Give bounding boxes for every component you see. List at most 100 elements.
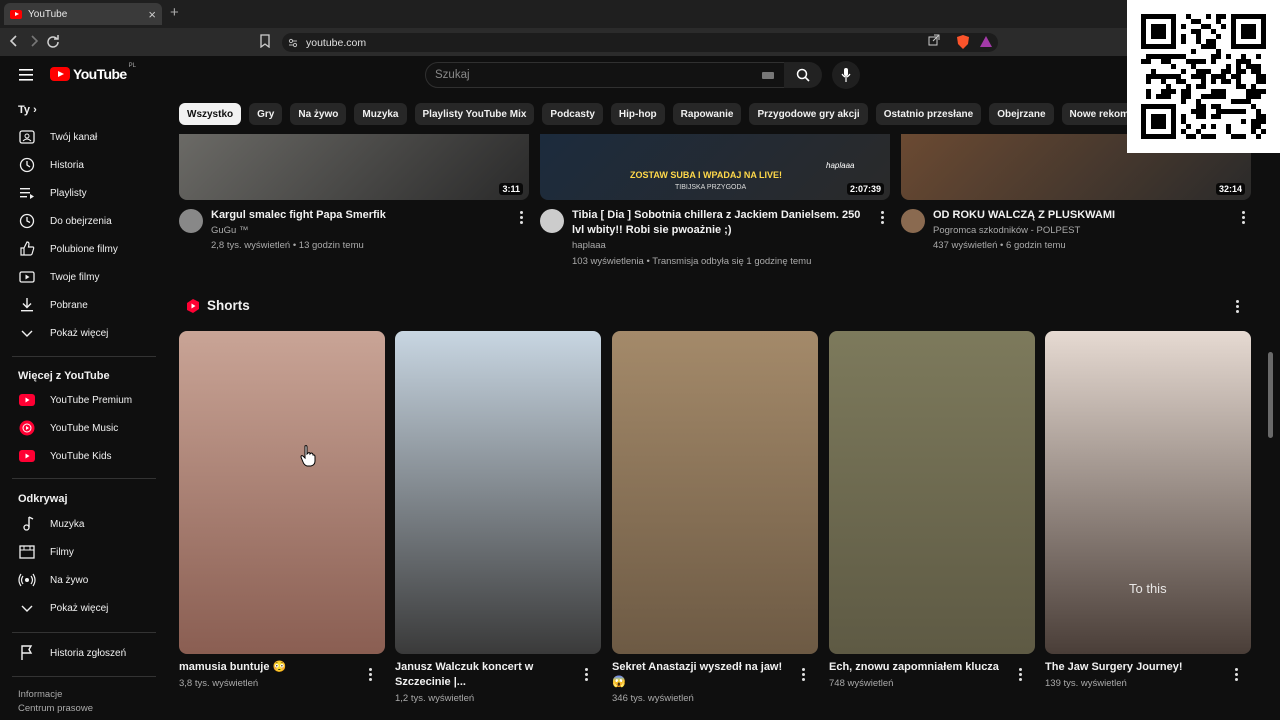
sidebar-item-label: Polubione filmy bbox=[50, 243, 118, 255]
logo-text: YouTube bbox=[73, 66, 127, 82]
short-more-icon[interactable] bbox=[369, 668, 373, 682]
qr-code bbox=[1127, 0, 1280, 153]
forward-arrow-icon[interactable] bbox=[28, 34, 40, 48]
chip-filter[interactable]: Wszystko bbox=[179, 103, 242, 125]
browser-tab[interactable]: YouTube × bbox=[4, 3, 162, 25]
short-thumbnail[interactable] bbox=[179, 331, 385, 654]
footer-link-about[interactable]: Informacje bbox=[18, 689, 62, 700]
sidebar-item-live[interactable]: Na żywo bbox=[12, 567, 157, 593]
youtube-favicon-icon bbox=[10, 9, 22, 19]
sidebar-item-youtube-music[interactable]: YouTube Music bbox=[12, 415, 157, 441]
sidebar-you-header[interactable]: Ty › bbox=[18, 104, 37, 116]
channel-avatar[interactable] bbox=[179, 209, 203, 233]
sidebar-item-channel[interactable]: Twój kanał bbox=[12, 124, 157, 150]
back-arrow-icon[interactable] bbox=[8, 34, 20, 48]
sidebar-item-report-history[interactable]: Historia zgłoszeń bbox=[12, 640, 157, 666]
channel-avatar[interactable] bbox=[901, 209, 925, 233]
short-title[interactable]: Sekret Anastazji wyszedł na jaw! 😱 bbox=[612, 660, 797, 690]
video-title[interactable]: OD ROKU WALCZĄ Z PLUSKWAMI bbox=[933, 208, 1233, 223]
footer-link-press[interactable]: Centrum prasowe bbox=[18, 703, 93, 714]
chip-filter[interactable]: Na żywo bbox=[290, 103, 347, 125]
url-field[interactable]: youtube.com bbox=[282, 33, 998, 52]
short-thumbnail[interactable] bbox=[395, 331, 601, 654]
sidebar-item-label: Pokaż więcej bbox=[50, 327, 109, 339]
keyboard-icon[interactable] bbox=[762, 72, 774, 79]
chip-filter[interactable]: Hip-hop bbox=[610, 103, 665, 125]
sidebar-item-your-videos[interactable]: Twoje filmy bbox=[12, 264, 157, 290]
short-thumbnail[interactable]: To this bbox=[1045, 331, 1251, 654]
short-thumbnail[interactable] bbox=[829, 331, 1035, 654]
browser-toolbar: youtube.com bbox=[0, 28, 1280, 56]
short-title[interactable]: Janusz Walczuk koncert w Szczecinie |... bbox=[395, 660, 580, 690]
sidebar-divider bbox=[12, 632, 156, 633]
page-scrollbar[interactable] bbox=[1268, 352, 1273, 438]
site-settings-icon[interactable] bbox=[288, 38, 298, 48]
short-views: 3,8 tys. wyświetleń bbox=[179, 678, 259, 689]
hand-cursor-icon bbox=[300, 445, 316, 467]
chip-filter[interactable]: Rapowanie bbox=[672, 103, 742, 125]
sidebar-item-label: Twój kanał bbox=[50, 131, 98, 143]
sidebar-item-youtube-kids[interactable]: YouTube Kids bbox=[12, 443, 157, 469]
brave-rewards-icon[interactable] bbox=[980, 36, 992, 47]
hamburger-menu-icon[interactable] bbox=[19, 69, 33, 81]
sidebar-item-chevron-down[interactable]: Pokaż więcej bbox=[12, 595, 157, 621]
video-thumbnail[interactable]: 3:11 bbox=[179, 134, 529, 200]
channel-name[interactable]: haplaaa bbox=[572, 240, 606, 251]
chip-filter[interactable]: Podcasty bbox=[542, 103, 603, 125]
chip-filter[interactable]: Playlisty YouTube Mix bbox=[414, 103, 535, 125]
channel-name[interactable]: GuGu ™ bbox=[211, 225, 249, 236]
sidebar-item-movies[interactable]: Filmy bbox=[12, 539, 157, 565]
short-title[interactable]: Ech, znowu zapomniałem klucza bbox=[829, 660, 1014, 675]
search-box[interactable] bbox=[425, 62, 785, 88]
open-external-icon[interactable] bbox=[928, 34, 940, 46]
more-actions-icon[interactable] bbox=[520, 211, 524, 225]
sidebar-item-history[interactable]: Historia bbox=[12, 152, 157, 178]
more-actions-icon[interactable] bbox=[881, 211, 885, 225]
sidebar-item-download[interactable]: Pobrane bbox=[12, 292, 157, 318]
sidebar-item-chevron-down[interactable]: Pokaż więcej bbox=[12, 320, 157, 346]
short-views: 139 tys. wyświetleń bbox=[1045, 678, 1127, 689]
sidebar-item-music[interactable]: Muzyka bbox=[12, 511, 157, 537]
short-more-icon[interactable] bbox=[1235, 668, 1239, 682]
more-actions-icon[interactable] bbox=[1242, 211, 1246, 225]
search-input[interactable] bbox=[435, 69, 755, 81]
video-title[interactable]: Kargul smalec fight Papa Smerfik bbox=[211, 208, 511, 223]
sidebar-item-watch-later[interactable]: Do obejrzenia bbox=[12, 208, 157, 234]
video-title[interactable]: Tibia [ Dia ] Sobotnia chillera z Jackie… bbox=[572, 208, 872, 238]
movies-icon bbox=[18, 543, 36, 561]
chip-filter[interactable]: Gry bbox=[249, 103, 283, 125]
sidebar-item-youtube-premium[interactable]: YouTube Premium bbox=[12, 387, 157, 413]
video-thumbnail[interactable]: ZOSTAW SUBA I WPADAJ NA LIVE! TIBIJSKA PR… bbox=[540, 134, 890, 200]
search-button[interactable] bbox=[784, 62, 822, 88]
sidebar-item-like[interactable]: Polubione filmy bbox=[12, 236, 157, 262]
reload-icon[interactable] bbox=[46, 34, 60, 48]
chip-filter[interactable]: Muzyka bbox=[354, 103, 407, 125]
short-more-icon[interactable] bbox=[1019, 668, 1023, 682]
chip-filter[interactable]: Ostatnio przesłane bbox=[875, 103, 982, 125]
youtube-logo[interactable]: YouTube PL bbox=[50, 63, 136, 82]
sidebar-divider bbox=[12, 478, 156, 479]
tab-close-icon[interactable]: × bbox=[148, 7, 156, 22]
chip-filter[interactable]: Obejrzane bbox=[989, 103, 1054, 125]
channel-avatar[interactable] bbox=[540, 209, 564, 233]
short-title[interactable]: The Jaw Surgery Journey! bbox=[1045, 660, 1230, 675]
brave-shield-icon[interactable] bbox=[957, 35, 969, 49]
shorts-more-icon[interactable] bbox=[1236, 300, 1240, 314]
bookmark-icon[interactable] bbox=[259, 34, 271, 48]
sidebar-item-playlists[interactable]: Playlisty bbox=[12, 180, 157, 206]
thumbnail-social-handle: haplaaa bbox=[826, 161, 855, 170]
search-icon bbox=[796, 68, 810, 82]
youtube-logo-icon bbox=[50, 67, 70, 81]
your-videos-icon bbox=[18, 268, 36, 286]
voice-search-button[interactable] bbox=[832, 61, 860, 89]
sidebar-item-label: YouTube Music bbox=[50, 422, 119, 434]
channel-name[interactable]: Pogromca szkodników - POLPEST bbox=[933, 225, 1080, 236]
chip-filter[interactable]: Przygodowe gry akcji bbox=[749, 103, 868, 125]
short-title[interactable]: mamusia buntuje 😳 bbox=[179, 660, 364, 675]
microphone-icon bbox=[841, 68, 851, 82]
short-more-icon[interactable] bbox=[802, 668, 806, 682]
new-tab-button[interactable]: + bbox=[170, 4, 179, 21]
short-thumbnail[interactable] bbox=[612, 331, 818, 654]
history-icon bbox=[18, 156, 36, 174]
short-more-icon[interactable] bbox=[585, 668, 589, 682]
